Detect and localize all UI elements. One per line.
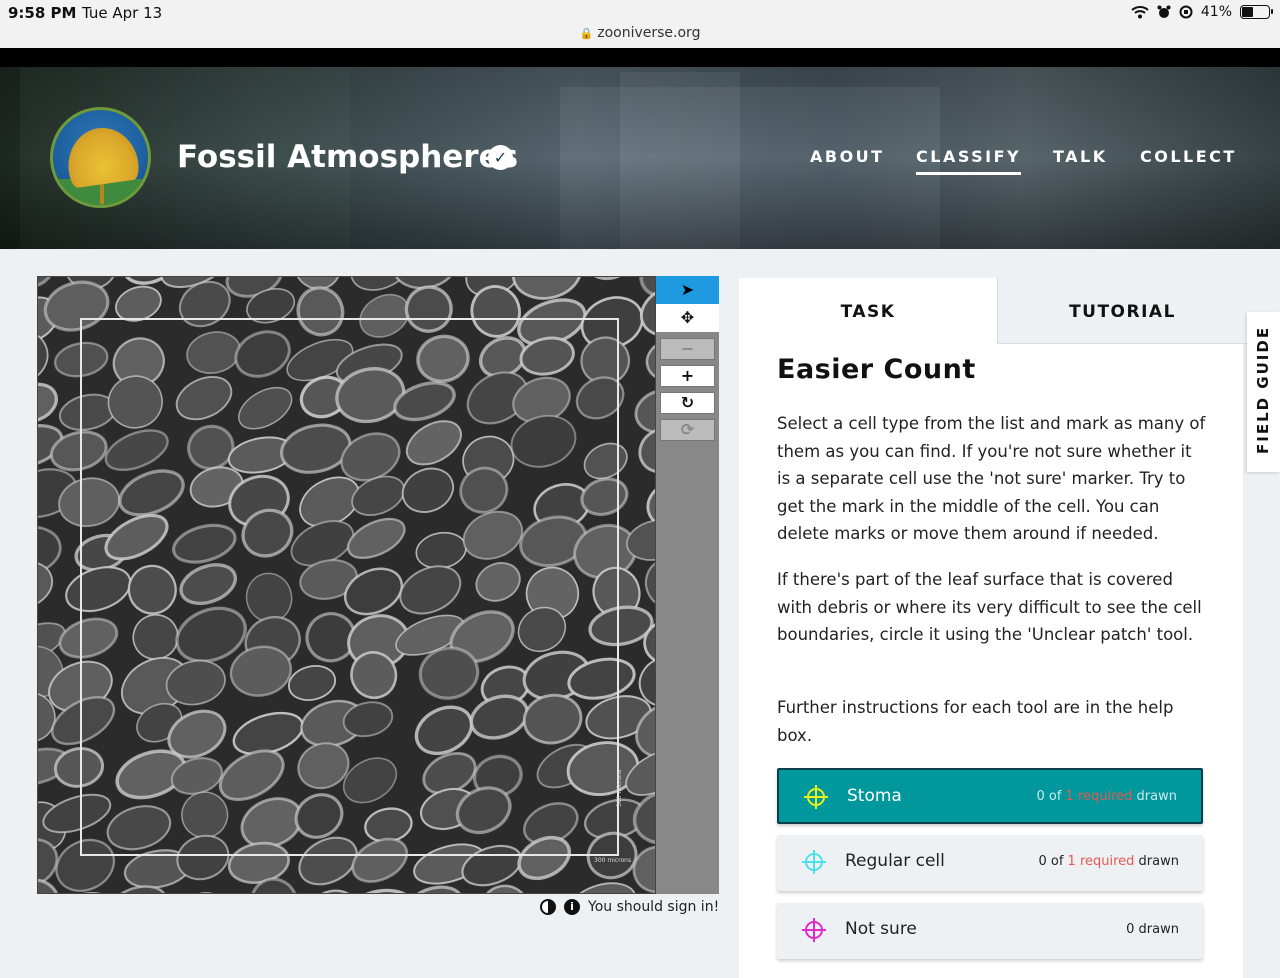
status-icons: 41% — [1131, 4, 1273, 20]
sign-in-message: You should sign in! — [588, 899, 720, 915]
project-title[interactable]: Fossil Atmospheres — [177, 139, 518, 175]
viewer-meta: i You should sign in! — [540, 899, 719, 915]
crosshair-icon — [804, 785, 828, 809]
nav-collect[interactable]: COLLECT — [1140, 147, 1237, 166]
scale-bar-label-vertical: 300 microns — [616, 769, 623, 807]
zoom-in-button[interactable]: + — [660, 365, 715, 387]
field-guide-tab[interactable]: FIELD GUIDE — [1247, 312, 1280, 472]
tool-count: 0 of 1 required drawn — [1038, 854, 1179, 869]
tool-count: 0 drawn — [1126, 922, 1179, 937]
address-bar-url: zooniverse.org — [597, 25, 701, 41]
orientation-lock-icon — [1179, 5, 1193, 19]
pointer-tool-button[interactable]: ➤ — [656, 276, 719, 304]
subject-image[interactable]: 300 microns 300 microns — [37, 276, 656, 894]
rotate-button[interactable]: ↻ — [660, 392, 715, 414]
zoom-out-button[interactable]: − — [660, 338, 715, 360]
lock-icon: 🔒 — [579, 27, 594, 40]
crosshair-icon — [802, 850, 826, 874]
status-time: 9:58 PM — [8, 4, 77, 22]
subject-crop-frame — [80, 318, 619, 856]
task-title: Easier Count — [777, 354, 976, 385]
field-guide-label: FIELD GUIDE — [1254, 325, 1272, 454]
info-icon[interactable]: i — [564, 899, 580, 915]
move-arrows-icon: ✥ — [680, 308, 695, 327]
wifi-icon — [1131, 6, 1149, 19]
tool-count: 0 of 1 required drawn — [1036, 789, 1177, 804]
status-bar: 9:58 PM Tue Apr 13 🔒 zooniverse.org 41% — [0, 0, 1280, 48]
reset-icon: ⟳ — [680, 420, 695, 439]
alarm-icon — [1157, 5, 1171, 18]
battery-percent: 41% — [1200, 4, 1232, 20]
task-instructions-1: Select a cell type from the list and mar… — [777, 414, 1206, 543]
pan-tool-button[interactable]: ✥ — [656, 304, 719, 332]
viewer-toolbar: ➤ ✥ − + ↻ ⟳ — [656, 276, 719, 894]
task-instructions-3: Further instructions for each tool are i… — [777, 698, 1174, 745]
checkmark-badge-icon: ✓ — [488, 145, 513, 170]
tool-label: Regular cell — [845, 851, 945, 871]
task-panel: TASK TUTORIAL Easier Count Select a cell… — [739, 278, 1247, 978]
cursor-arrow-icon: ➤ — [680, 280, 695, 299]
status-date: Tue Apr 13 — [82, 4, 163, 22]
reset-view-button[interactable]: ⟳ — [660, 419, 715, 441]
scale-bar-label: 300 microns — [594, 857, 632, 864]
task-instructions-2: If there's part of the leaf surface that… — [777, 570, 1202, 644]
nav-classify[interactable]: CLASSIFY — [916, 147, 1022, 175]
tab-tutorial[interactable]: TUTORIAL — [997, 278, 1247, 344]
battery-icon — [1240, 5, 1273, 19]
rotate-icon: ↻ — [680, 393, 695, 412]
tool-stoma[interactable]: Stoma 0 of 1 required drawn — [777, 768, 1203, 824]
zooniverse-top-bar — [0, 48, 1280, 67]
project-header: Fossil Atmospheres ✓ ABOUT CLASSIFY TALK… — [0, 67, 1280, 249]
tool-label: Not sure — [845, 919, 917, 939]
nav-talk[interactable]: TALK — [1053, 147, 1108, 166]
project-avatar[interactable] — [50, 107, 151, 208]
contrast-icon[interactable] — [540, 899, 556, 915]
crosshair-icon — [802, 918, 826, 942]
tool-label: Stoma — [847, 786, 902, 806]
tool-not-sure[interactable]: Not sure 0 drawn — [777, 903, 1203, 959]
address-bar[interactable]: 🔒 zooniverse.org — [0, 25, 1280, 41]
tool-regular-cell[interactable]: Regular cell 0 of 1 required drawn — [777, 835, 1203, 891]
minus-icon: − — [680, 339, 695, 358]
plus-icon: + — [680, 366, 695, 385]
nav-about[interactable]: ABOUT — [810, 147, 885, 166]
tab-task[interactable]: TASK — [739, 278, 997, 344]
